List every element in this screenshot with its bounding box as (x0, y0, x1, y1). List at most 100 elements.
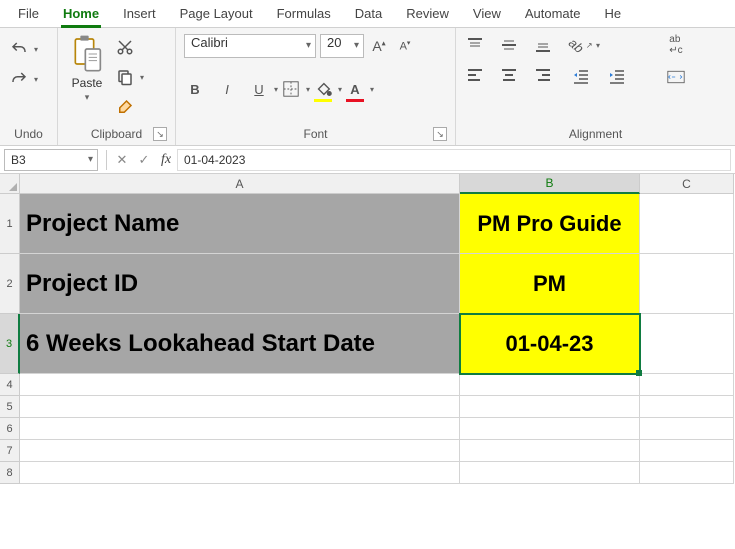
undo-button[interactable]: ▾ (8, 38, 30, 60)
check-icon: ✓ (139, 152, 150, 168)
col-header-C[interactable]: C (640, 174, 734, 194)
tab-data[interactable]: Data (343, 2, 394, 27)
row-header-1[interactable]: 1 (0, 194, 20, 254)
cell-C7[interactable] (640, 440, 734, 462)
tab-help[interactable]: He (593, 2, 634, 27)
cell-B3[interactable]: 01-04-23 (460, 314, 640, 374)
align-right-button[interactable] (532, 64, 554, 86)
font-color-button[interactable]: A ▾ (344, 78, 366, 100)
cell-A2[interactable]: Project ID (20, 254, 460, 314)
cell-A3[interactable]: 6 Weeks Lookahead Start Date (20, 314, 460, 374)
cell-A6[interactable] (20, 418, 460, 440)
cancel-formula-button[interactable]: ✕ (111, 149, 133, 171)
cell-A7[interactable] (20, 440, 460, 462)
paste-button[interactable]: Paste ▾ (66, 34, 108, 103)
tab-view[interactable]: View (461, 2, 513, 27)
indent-icon (608, 68, 626, 86)
format-painter-button[interactable] (114, 96, 136, 118)
wrap-text-button[interactable]: ab↵c (667, 34, 685, 56)
orientation-button[interactable]: ab↗▾ (570, 34, 592, 56)
align-center-button[interactable] (498, 64, 520, 86)
paintbrush-icon (116, 98, 134, 116)
font-launcher[interactable]: ↘ (433, 127, 447, 141)
cell-A5[interactable] (20, 396, 460, 418)
accept-formula-button[interactable]: ✓ (133, 149, 155, 171)
align-middle-icon (500, 36, 518, 54)
font-size-select[interactable]: 20▾ (320, 34, 364, 58)
cell-C5[interactable] (640, 396, 734, 418)
chevron-down-icon: ▾ (88, 154, 93, 165)
align-left-button[interactable] (464, 64, 486, 86)
cell-C4[interactable] (640, 374, 734, 396)
font-name-select[interactable]: Calibri▾ (184, 34, 316, 58)
underline-button[interactable]: U▾ (248, 78, 270, 100)
cell-A4[interactable] (20, 374, 460, 396)
worksheet-grid: A B C 1 Project Name PM Pro Guide 2 Proj… (0, 174, 735, 484)
decrease-font-button[interactable]: A▾ (394, 35, 416, 57)
row-header-6[interactable]: 6 (0, 418, 20, 440)
fill-color-button[interactable]: ▾ (312, 78, 334, 100)
row-header-4[interactable]: 4 (0, 374, 20, 396)
row-header-2[interactable]: 2 (0, 254, 20, 314)
clipboard-launcher[interactable]: ↘ (153, 127, 167, 141)
ribbon-tabs: File Home Insert Page Layout Formulas Da… (0, 0, 735, 28)
cell-B5[interactable] (460, 396, 640, 418)
select-all-corner[interactable] (0, 174, 20, 194)
align-center-icon (500, 66, 518, 84)
insert-function-button[interactable]: fx (155, 149, 177, 171)
tab-page-layout[interactable]: Page Layout (168, 2, 265, 27)
tab-insert[interactable]: Insert (111, 2, 168, 27)
cell-B7[interactable] (460, 440, 640, 462)
row-header-3[interactable]: 3 (0, 314, 20, 374)
col-header-A[interactable]: A (20, 174, 460, 194)
cell-C2[interactable] (640, 254, 734, 314)
bold-button[interactable]: B (184, 78, 206, 100)
copy-button[interactable]: ▾ (114, 66, 136, 88)
align-left-icon (466, 66, 484, 84)
cell-C1[interactable] (640, 194, 734, 254)
cell-B8[interactable] (460, 462, 640, 484)
increase-indent-button[interactable] (606, 66, 628, 88)
cell-A8[interactable] (20, 462, 460, 484)
merge-center-button[interactable] (667, 66, 685, 88)
group-label-undo: Undo (8, 125, 49, 143)
cell-B4[interactable] (460, 374, 640, 396)
formula-input[interactable]: 01-04-2023 (177, 149, 731, 171)
tab-automate[interactable]: Automate (513, 2, 593, 27)
increase-font-button[interactable]: A▴ (368, 35, 390, 57)
tab-formulas[interactable]: Formulas (265, 2, 343, 27)
align-middle-button[interactable] (498, 34, 520, 56)
borders-icon (282, 80, 300, 98)
align-top-button[interactable] (464, 34, 486, 56)
tab-file[interactable]: File (6, 2, 51, 27)
align-bottom-button[interactable] (532, 34, 554, 56)
row-header-7[interactable]: 7 (0, 440, 20, 462)
decrease-indent-button[interactable] (570, 66, 592, 88)
copy-icon (116, 68, 134, 86)
ribbon: ▾ ▾ Undo Paste ▾ (0, 28, 735, 146)
cell-C8[interactable] (640, 462, 734, 484)
tab-home[interactable]: Home (51, 2, 111, 27)
name-box[interactable]: B3▾ (4, 149, 98, 171)
cell-B6[interactable] (460, 418, 640, 440)
tab-review[interactable]: Review (394, 2, 461, 27)
col-header-B[interactable]: B (460, 174, 640, 194)
chevron-down-icon: ▾ (306, 40, 311, 51)
redo-button[interactable]: ▾ (8, 68, 30, 90)
italic-button[interactable]: I (216, 78, 238, 100)
row-header-5[interactable]: 5 (0, 396, 20, 418)
cell-C6[interactable] (640, 418, 734, 440)
borders-button[interactable]: ▾ (280, 78, 302, 100)
cut-button[interactable] (114, 36, 136, 58)
row-header-8[interactable]: 8 (0, 462, 20, 484)
paste-label: Paste (72, 76, 103, 90)
formula-bar: B3▾ ✕ ✓ fx 01-04-2023 (0, 146, 735, 174)
group-label-clipboard: Clipboard ↘ (66, 125, 167, 143)
cell-A1[interactable]: Project Name (20, 194, 460, 254)
align-bottom-icon (534, 36, 552, 54)
cell-B1[interactable]: PM Pro Guide (460, 194, 640, 254)
cell-B2[interactable]: PM (460, 254, 640, 314)
merge-icon (667, 68, 685, 86)
cell-C3[interactable] (640, 314, 734, 374)
align-top-icon (466, 36, 484, 54)
